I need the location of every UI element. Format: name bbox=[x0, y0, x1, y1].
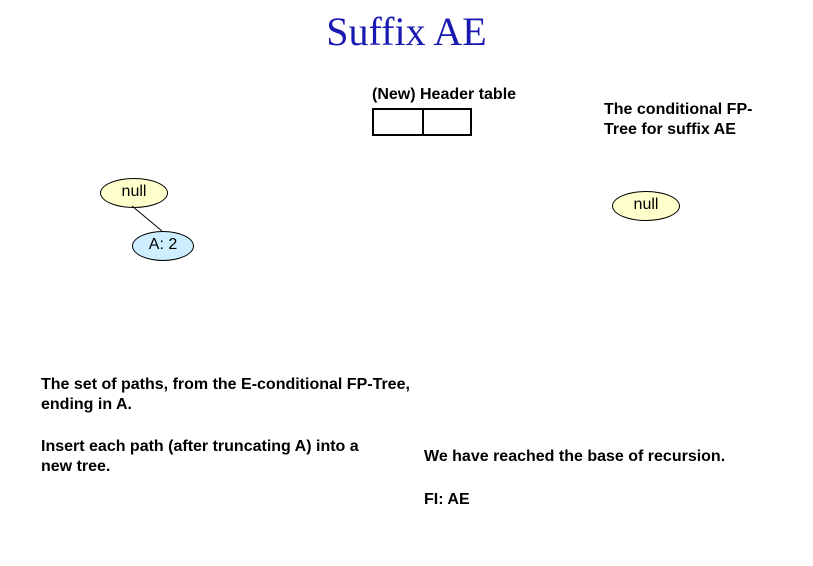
left-tree-edge bbox=[128, 204, 168, 234]
header-table-divider bbox=[422, 110, 424, 134]
insert-description: Insert each path (after truncating A) in… bbox=[41, 437, 381, 477]
base-recursion-text: We have reached the base of recursion. bbox=[424, 448, 784, 466]
header-table-label: (New) Header table bbox=[372, 86, 516, 104]
left-tree-child-node: A: 2 bbox=[132, 231, 194, 261]
page-title: Suffix AE bbox=[0, 8, 813, 55]
paths-description: The set of paths, from the E-conditional… bbox=[41, 375, 411, 415]
header-table-box bbox=[372, 108, 472, 136]
right-tree-root-node: null bbox=[612, 191, 680, 221]
conditional-fp-label: The conditional FP-Tree for suffix AE bbox=[604, 100, 774, 140]
frequent-itemset-text: FI: AE bbox=[424, 491, 470, 509]
